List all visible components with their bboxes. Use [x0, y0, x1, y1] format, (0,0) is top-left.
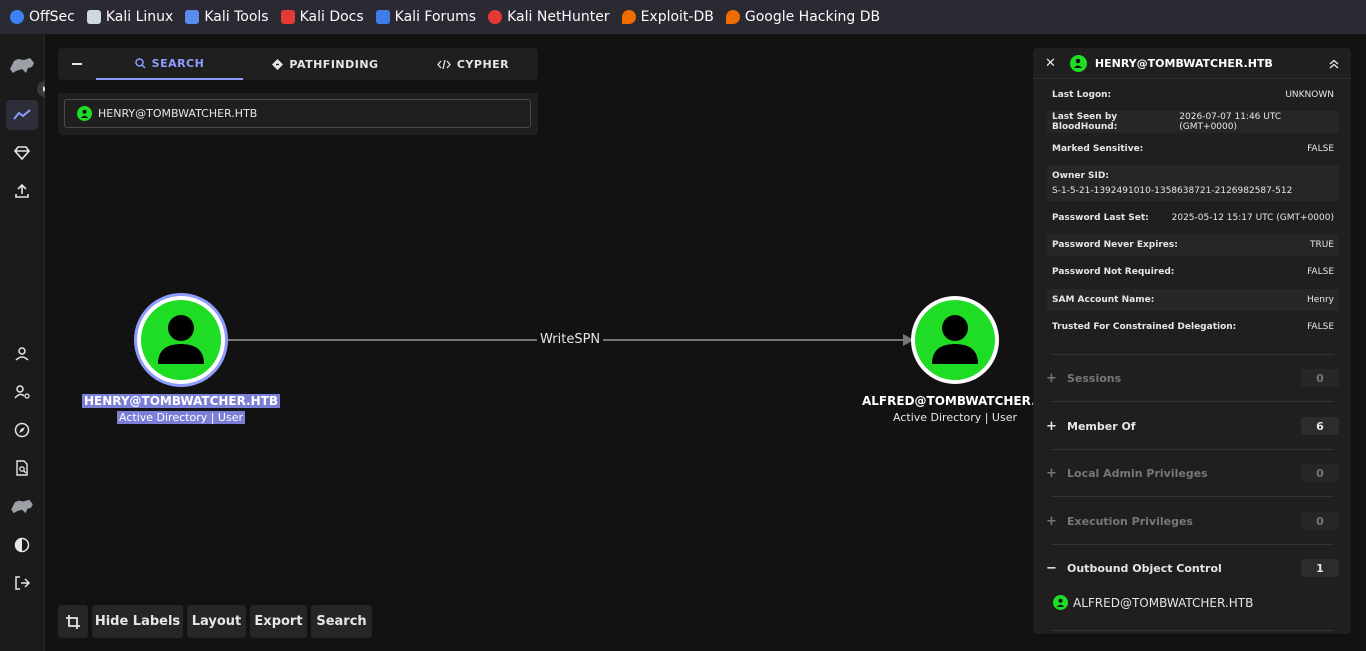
search-button[interactable]: Search — [311, 605, 372, 638]
section-execution-privileges[interactable]: + Execution Privileges 0 — [1043, 511, 1339, 531]
user-icon — [932, 315, 978, 364]
export-button[interactable]: Export — [250, 605, 307, 638]
kali-forums-icon — [375, 10, 390, 24]
edge-label[interactable]: WriteSPN — [537, 332, 604, 347]
tab-pathfinding[interactable]: PATHFINDING — [243, 48, 408, 80]
panel-header: ✕ HENRY@TOMBWATCHER.HTB — [1033, 48, 1351, 79]
close-icon[interactable]: ✕ — [1045, 56, 1056, 71]
prop-password-never-expires: Password Never Expires: TRUE — [1047, 234, 1339, 256]
search-doc-icon[interactable] — [6, 453, 38, 483]
user-icon — [158, 315, 204, 364]
contrast-icon[interactable] — [6, 530, 38, 560]
bookmark-offsec[interactable]: OffSec — [10, 9, 75, 25]
section-local-admin[interactable]: + Local Admin Privileges 0 — [1043, 463, 1339, 483]
divider — [1051, 630, 1334, 631]
layout-button[interactable]: Layout — [187, 605, 246, 638]
left-nav-rail — [0, 34, 53, 651]
user-icon — [1069, 54, 1087, 72]
user-icon — [77, 106, 92, 121]
divider — [1051, 544, 1334, 545]
compass-icon[interactable] — [6, 415, 38, 445]
prop-trusted-delegation: Trusted For Constrained Delegation: FALSE — [1052, 322, 1334, 332]
user-icon — [1053, 595, 1068, 610]
prop-password-not-required: Password Not Required: FALSE — [1052, 267, 1334, 277]
entity-details-panel: ✕ HENRY@TOMBWATCHER.HTB Last Logon: UNKNO… — [1033, 48, 1351, 634]
node-target-label: ALFRED@TOMBWATCHER.H — [862, 394, 1033, 408]
bookmark-kali-linux[interactable]: Kali Linux — [86, 9, 173, 25]
divider — [1051, 496, 1334, 497]
node-target-user[interactable] — [915, 300, 995, 380]
bookmark-kali-nethunter[interactable]: Kali NetHunter — [488, 9, 610, 25]
search-panel: SEARCH PATHFINDING CYPHER — [58, 48, 538, 80]
node-source-user[interactable] — [141, 300, 221, 380]
edge-arrow-icon — [903, 334, 914, 346]
crop-button[interactable] — [58, 605, 88, 638]
divider — [1051, 354, 1334, 355]
search-box-container: HENRY@TOMBWATCHER.HTB — [58, 93, 538, 135]
logout-icon[interactable] — [6, 568, 38, 598]
kali-tools-icon — [185, 10, 200, 24]
section-sessions[interactable]: + Sessions 0 — [1043, 368, 1339, 388]
gem-icon[interactable] — [6, 138, 38, 168]
search-icon — [134, 57, 146, 69]
prop-last-logon: Last Logon: UNKNOWN — [1052, 90, 1334, 100]
kali-dragon-icon — [86, 10, 101, 24]
outbound-item[interactable]: ALFRED@TOMBWATCHER.HTB — [1053, 595, 1253, 610]
bookmark-kali-forums[interactable]: Kali Forums — [375, 9, 476, 25]
collapse-up-icon[interactable] — [1329, 54, 1339, 73]
explore-icon[interactable] — [6, 100, 38, 130]
divider — [1051, 401, 1334, 402]
prop-sam-account-name: SAM Account Name: Henry — [1047, 289, 1339, 311]
user-icon[interactable] — [6, 339, 38, 369]
node-source-sub: Active Directory | User — [117, 411, 245, 424]
divider — [1051, 449, 1334, 450]
code-icon — [436, 59, 451, 69]
node-target-sub: Active Directory | User — [893, 411, 1017, 424]
search-input[interactable]: HENRY@TOMBWATCHER.HTB — [64, 99, 531, 128]
bloodhound-logo-icon[interactable] — [6, 50, 38, 80]
tab-cypher[interactable]: CYPHER — [408, 48, 538, 80]
exploitdb-icon — [621, 10, 636, 24]
user-settings-icon[interactable] — [6, 377, 38, 407]
kali-docs-icon — [280, 10, 295, 24]
ghdb-icon — [725, 10, 740, 24]
diamond-icon — [272, 58, 284, 70]
prop-password-last-set: Password Last Set: 2025-05-12 15:17 UTC (… — [1052, 213, 1334, 223]
upload-icon[interactable] — [6, 176, 38, 206]
nethunter-icon — [488, 10, 503, 24]
bookmark-ghdb[interactable]: Google Hacking DB — [725, 9, 880, 25]
offsec-icon — [10, 10, 24, 24]
crop-icon — [66, 614, 80, 629]
prop-owner-sid: Owner SID: S-1-5-21-1392491010-1358638721… — [1047, 165, 1339, 201]
node-source-label: HENRY@TOMBWATCHER.HTB — [81, 394, 281, 408]
tab-search[interactable]: SEARCH — [96, 48, 243, 80]
panel-title: HENRY@TOMBWATCHER.HTB — [1094, 56, 1273, 70]
bookmarks-bar: OffSec Kali Linux Kali Tools Kali Docs K… — [0, 0, 1366, 34]
collapse-panel-button[interactable] — [58, 48, 96, 80]
prop-marked-sensitive: Marked Sensitive: FALSE — [1052, 144, 1334, 154]
section-outbound-object-control[interactable]: − Outbound Object Control 1 — [1043, 558, 1339, 578]
prop-last-seen: Last Seen by BloodHound: 2026-07-07 11:46… — [1047, 111, 1339, 133]
minus-icon — [72, 63, 82, 65]
section-member-of[interactable]: + Member Of 6 — [1043, 416, 1339, 436]
bloodhound-icon[interactable] — [6, 491, 38, 521]
hide-labels-button[interactable]: Hide Labels — [92, 605, 183, 638]
bookmark-kali-tools[interactable]: Kali Tools — [185, 9, 269, 25]
bookmark-exploit-db[interactable]: Exploit-DB — [621, 9, 714, 25]
bookmark-kali-docs[interactable]: Kali Docs — [280, 9, 364, 25]
